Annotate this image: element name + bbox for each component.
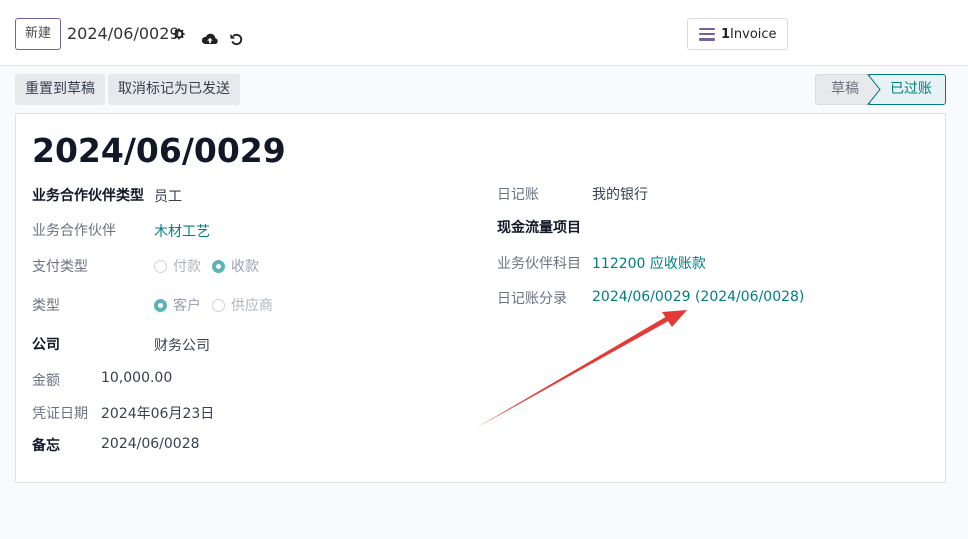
radio-checked-icon: [212, 259, 225, 273]
journal-entry-label: 日记账分录: [497, 291, 567, 307]
memo-label: 备忘: [32, 438, 60, 454]
chevron-right-icon: [867, 74, 881, 105]
new-button[interactable]: 新建: [15, 18, 62, 50]
radio-unchecked-icon: [154, 259, 167, 273]
amount-value[interactable]: 10,000.00: [101, 370, 172, 386]
partner-type-value[interactable]: 员工: [154, 186, 182, 206]
type-customer-radio[interactable]: 客户: [154, 295, 201, 315]
partner-account-link[interactable]: 112200 应收账款: [592, 253, 706, 273]
company-value[interactable]: 财务公司: [154, 335, 210, 355]
memo-value[interactable]: 2024/06/0028: [101, 436, 200, 452]
amount-label: 金额: [32, 373, 60, 389]
unmark-sent-button[interactable]: 取消标记为已发送: [108, 74, 240, 105]
type-vendor-radio[interactable]: 供应商: [212, 295, 273, 315]
radio-label: 客户: [173, 298, 201, 314]
partner-link[interactable]: 木材工艺: [154, 221, 210, 241]
partner-type-label: 业务合作伙伴类型: [32, 188, 144, 204]
journal-label: 日记账: [497, 187, 539, 203]
breadcrumb-record: 2024/06/0029: [67, 24, 180, 43]
type-label: 类型: [32, 298, 60, 314]
undo-icon[interactable]: [229, 32, 244, 47]
company-label: 公司: [32, 337, 60, 353]
invoice-count: 1: [721, 26, 731, 42]
gear-icon[interactable]: [172, 27, 186, 41]
partner-account-label: 业务伙伴科目: [497, 256, 581, 272]
journal-entry-link[interactable]: 2024/06/0029 (2024/06/0028): [592, 289, 804, 305]
partner-label: 业务合作伙伴: [32, 223, 116, 239]
radio-label: 收款: [231, 259, 259, 275]
payment-type-outbound-radio[interactable]: 付款: [154, 256, 201, 276]
radio-label: 付款: [173, 259, 201, 275]
radio-unchecked-icon: [212, 298, 225, 312]
payment-type-label: 支付类型: [32, 259, 88, 275]
status-draft[interactable]: 草稿: [815, 74, 875, 105]
control-panel: 新建 2024/06/0029 1 Invoice: [0, 0, 968, 66]
radio-checked-icon: [154, 298, 167, 312]
list-icon: [699, 27, 715, 41]
page-title: 2024/06/0029: [32, 131, 286, 170]
radio-label: 供应商: [231, 298, 273, 314]
date-label: 凭证日期: [32, 406, 88, 422]
payment-type-inbound-radio[interactable]: 收款: [212, 256, 259, 276]
status-bar: 草稿 已过账: [815, 74, 946, 105]
cashflow-label: 现金流量项目: [497, 220, 581, 236]
journal-value[interactable]: 我的银行: [592, 184, 648, 204]
invoice-label: Invoice: [730, 26, 777, 42]
date-value[interactable]: 2024年06月23日: [101, 403, 214, 423]
invoice-smart-button[interactable]: 1 Invoice: [687, 18, 788, 50]
cloud-upload-icon[interactable]: [201, 33, 219, 47]
reset-to-draft-button[interactable]: 重置到草稿: [15, 74, 105, 105]
